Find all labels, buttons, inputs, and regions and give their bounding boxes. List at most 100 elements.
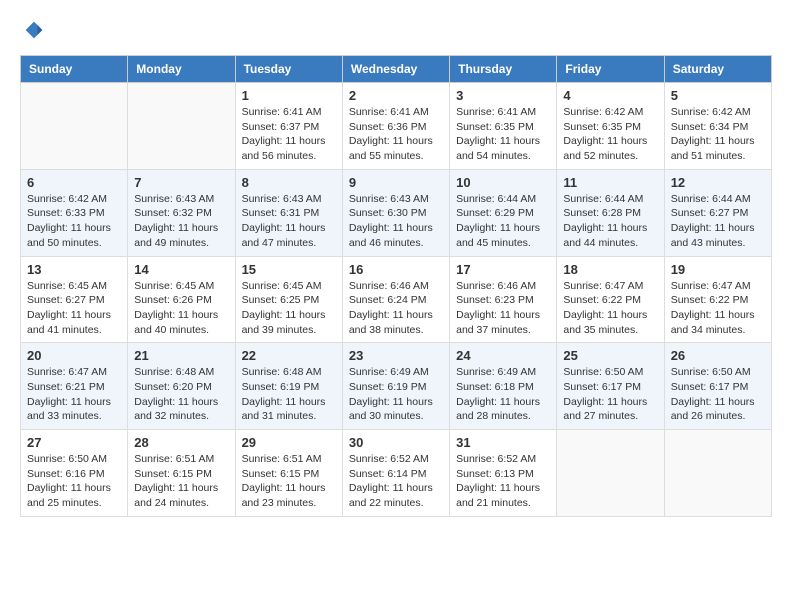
day-number: 20 <box>27 348 121 363</box>
calendar-cell: 7 Sunrise: 6:43 AM Sunset: 6:32 PM Daylig… <box>128 169 235 256</box>
calendar-cell <box>664 430 771 517</box>
day-info: Sunrise: 6:46 AM Sunset: 6:24 PM Dayligh… <box>349 279 443 338</box>
logo <box>20 20 44 40</box>
day-info: Sunrise: 6:42 AM Sunset: 6:33 PM Dayligh… <box>27 192 121 251</box>
day-info: Sunrise: 6:52 AM Sunset: 6:13 PM Dayligh… <box>456 452 550 511</box>
day-info: Sunrise: 6:46 AM Sunset: 6:23 PM Dayligh… <box>456 279 550 338</box>
calendar-cell <box>128 83 235 170</box>
day-info: Sunrise: 6:44 AM Sunset: 6:28 PM Dayligh… <box>563 192 657 251</box>
logo-icon <box>24 20 44 40</box>
day-number: 22 <box>242 348 336 363</box>
calendar-cell: 11 Sunrise: 6:44 AM Sunset: 6:28 PM Dayli… <box>557 169 664 256</box>
day-number: 5 <box>671 88 765 103</box>
day-number: 1 <box>242 88 336 103</box>
calendar-cell: 24 Sunrise: 6:49 AM Sunset: 6:18 PM Dayli… <box>450 343 557 430</box>
day-number: 12 <box>671 175 765 190</box>
day-number: 16 <box>349 262 443 277</box>
day-info: Sunrise: 6:42 AM Sunset: 6:34 PM Dayligh… <box>671 105 765 164</box>
day-number: 14 <box>134 262 228 277</box>
day-info: Sunrise: 6:43 AM Sunset: 6:31 PM Dayligh… <box>242 192 336 251</box>
calendar-cell: 27 Sunrise: 6:50 AM Sunset: 6:16 PM Dayli… <box>21 430 128 517</box>
weekday-header: Friday <box>557 56 664 83</box>
calendar-week-row: 13 Sunrise: 6:45 AM Sunset: 6:27 PM Dayli… <box>21 256 772 343</box>
calendar-cell <box>21 83 128 170</box>
day-number: 2 <box>349 88 443 103</box>
day-info: Sunrise: 6:47 AM Sunset: 6:22 PM Dayligh… <box>563 279 657 338</box>
day-info: Sunrise: 6:51 AM Sunset: 6:15 PM Dayligh… <box>134 452 228 511</box>
day-info: Sunrise: 6:44 AM Sunset: 6:29 PM Dayligh… <box>456 192 550 251</box>
day-info: Sunrise: 6:47 AM Sunset: 6:22 PM Dayligh… <box>671 279 765 338</box>
calendar-week-row: 27 Sunrise: 6:50 AM Sunset: 6:16 PM Dayli… <box>21 430 772 517</box>
day-info: Sunrise: 6:43 AM Sunset: 6:32 PM Dayligh… <box>134 192 228 251</box>
calendar-week-row: 6Sunrise: 6:42 AM Sunset: 6:33 PM Daylig… <box>21 169 772 256</box>
calendar-cell: 26 Sunrise: 6:50 AM Sunset: 6:17 PM Dayli… <box>664 343 771 430</box>
day-info: Sunrise: 6:51 AM Sunset: 6:15 PM Dayligh… <box>242 452 336 511</box>
calendar-cell: 30 Sunrise: 6:52 AM Sunset: 6:14 PM Dayli… <box>342 430 449 517</box>
day-number: 21 <box>134 348 228 363</box>
calendar-cell: 3 Sunrise: 6:41 AM Sunset: 6:35 PM Daylig… <box>450 83 557 170</box>
calendar-cell: 10 Sunrise: 6:44 AM Sunset: 6:29 PM Dayli… <box>450 169 557 256</box>
calendar-cell <box>557 430 664 517</box>
weekday-header: Saturday <box>664 56 771 83</box>
weekday-header: Monday <box>128 56 235 83</box>
day-info: Sunrise: 6:45 AM Sunset: 6:25 PM Dayligh… <box>242 279 336 338</box>
day-number: 17 <box>456 262 550 277</box>
calendar-cell: 14Sunrise: 6:45 AM Sunset: 6:26 PM Dayli… <box>128 256 235 343</box>
calendar-cell: 12 Sunrise: 6:44 AM Sunset: 6:27 PM Dayli… <box>664 169 771 256</box>
day-number: 28 <box>134 435 228 450</box>
day-info: Sunrise: 6:43 AM Sunset: 6:30 PM Dayligh… <box>349 192 443 251</box>
day-info: Sunrise: 6:41 AM Sunset: 6:36 PM Dayligh… <box>349 105 443 164</box>
day-number: 19 <box>671 262 765 277</box>
day-info: Sunrise: 6:49 AM Sunset: 6:19 PM Dayligh… <box>349 365 443 424</box>
day-number: 24 <box>456 348 550 363</box>
day-info: Sunrise: 6:50 AM Sunset: 6:17 PM Dayligh… <box>563 365 657 424</box>
calendar-cell: 4 Sunrise: 6:42 AM Sunset: 6:35 PM Daylig… <box>557 83 664 170</box>
day-number: 3 <box>456 88 550 103</box>
calendar-cell: 5 Sunrise: 6:42 AM Sunset: 6:34 PM Daylig… <box>664 83 771 170</box>
day-number: 18 <box>563 262 657 277</box>
calendar-cell: 17 Sunrise: 6:46 AM Sunset: 6:23 PM Dayli… <box>450 256 557 343</box>
day-number: 9 <box>349 175 443 190</box>
page-header <box>20 20 772 40</box>
calendar-week-row: 20Sunrise: 6:47 AM Sunset: 6:21 PM Dayli… <box>21 343 772 430</box>
day-number: 10 <box>456 175 550 190</box>
calendar-table: SundayMondayTuesdayWednesdayThursdayFrid… <box>20 55 772 517</box>
weekday-header: Sunday <box>21 56 128 83</box>
day-number: 26 <box>671 348 765 363</box>
calendar-header-row: SundayMondayTuesdayWednesdayThursdayFrid… <box>21 56 772 83</box>
day-number: 25 <box>563 348 657 363</box>
day-number: 11 <box>563 175 657 190</box>
calendar-cell: 19 Sunrise: 6:47 AM Sunset: 6:22 PM Dayli… <box>664 256 771 343</box>
calendar-cell: 15 Sunrise: 6:45 AM Sunset: 6:25 PM Dayli… <box>235 256 342 343</box>
day-number: 15 <box>242 262 336 277</box>
day-info: Sunrise: 6:50 AM Sunset: 6:17 PM Dayligh… <box>671 365 765 424</box>
calendar-cell: 2 Sunrise: 6:41 AM Sunset: 6:36 PM Daylig… <box>342 83 449 170</box>
day-info: Sunrise: 6:52 AM Sunset: 6:14 PM Dayligh… <box>349 452 443 511</box>
day-info: Sunrise: 6:44 AM Sunset: 6:27 PM Dayligh… <box>671 192 765 251</box>
day-info: Sunrise: 6:50 AM Sunset: 6:16 PM Dayligh… <box>27 452 121 511</box>
day-info: Sunrise: 6:41 AM Sunset: 6:37 PM Dayligh… <box>242 105 336 164</box>
weekday-header: Wednesday <box>342 56 449 83</box>
day-info: Sunrise: 6:48 AM Sunset: 6:20 PM Dayligh… <box>134 365 228 424</box>
day-number: 7 <box>134 175 228 190</box>
day-number: 27 <box>27 435 121 450</box>
calendar-cell: 23Sunrise: 6:49 AM Sunset: 6:19 PM Dayli… <box>342 343 449 430</box>
day-number: 4 <box>563 88 657 103</box>
calendar-cell: 16 Sunrise: 6:46 AM Sunset: 6:24 PM Dayli… <box>342 256 449 343</box>
weekday-header: Tuesday <box>235 56 342 83</box>
calendar-cell: 31 Sunrise: 6:52 AM Sunset: 6:13 PM Dayli… <box>450 430 557 517</box>
calendar-cell: 25 Sunrise: 6:50 AM Sunset: 6:17 PM Dayli… <box>557 343 664 430</box>
day-info: Sunrise: 6:41 AM Sunset: 6:35 PM Dayligh… <box>456 105 550 164</box>
calendar-cell: 20Sunrise: 6:47 AM Sunset: 6:21 PM Dayli… <box>21 343 128 430</box>
weekday-header: Thursday <box>450 56 557 83</box>
day-info: Sunrise: 6:49 AM Sunset: 6:18 PM Dayligh… <box>456 365 550 424</box>
day-number: 29 <box>242 435 336 450</box>
calendar-cell: 29 Sunrise: 6:51 AM Sunset: 6:15 PM Dayli… <box>235 430 342 517</box>
day-number: 30 <box>349 435 443 450</box>
calendar-cell: 28 Sunrise: 6:51 AM Sunset: 6:15 PM Dayli… <box>128 430 235 517</box>
day-info: Sunrise: 6:45 AM Sunset: 6:27 PM Dayligh… <box>27 279 121 338</box>
day-number: 13 <box>27 262 121 277</box>
calendar-week-row: 1 Sunrise: 6:41 AM Sunset: 6:37 PM Daylig… <box>21 83 772 170</box>
day-number: 31 <box>456 435 550 450</box>
day-info: Sunrise: 6:42 AM Sunset: 6:35 PM Dayligh… <box>563 105 657 164</box>
